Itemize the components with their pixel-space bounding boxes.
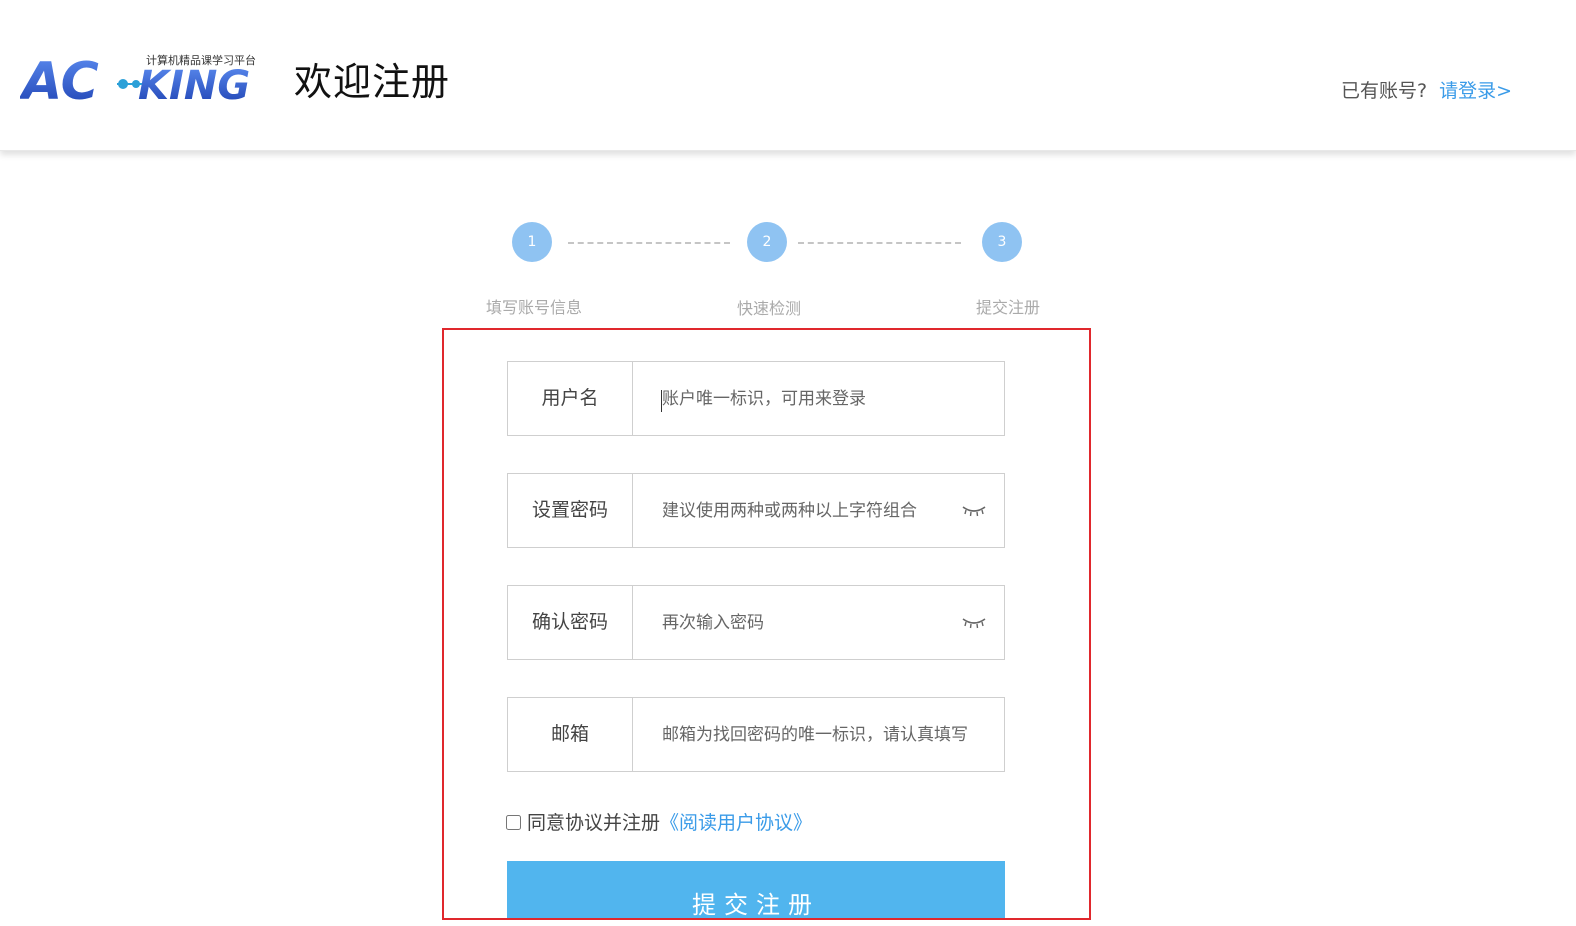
username-field: 用户名 <box>507 361 1005 436</box>
page-title: 欢迎注册 <box>294 60 451 104</box>
username-label: 用户名 <box>508 362 633 435</box>
step-2-label: 快速检测 <box>736 299 801 318</box>
password-field: 设置密码 <box>507 473 1005 548</box>
text-cursor <box>661 390 662 412</box>
submit-button[interactable]: 提交注册 <box>507 861 1005 918</box>
username-input[interactable] <box>633 362 1003 435</box>
confirm-password-input[interactable] <box>633 586 1003 659</box>
page-header: AC KING 计算机精品课学习平台 欢迎注册 已有账号? 请登录> <box>0 0 1576 151</box>
login-link[interactable]: 请登录> <box>1439 80 1512 102</box>
step-2-circle: 2 <box>747 222 787 262</box>
agree-checkbox[interactable] <box>506 815 521 830</box>
user-agreement-link[interactable]: 《阅读用户协议》 <box>660 812 812 834</box>
agree-text: 同意协议并注册 <box>527 812 661 834</box>
confirm-password-field: 确认密码 <box>507 585 1005 660</box>
login-hint: 已有账号? 请登录> <box>1341 76 1512 106</box>
step-3-circle: 3 <box>982 222 1022 262</box>
agreement-row: 同意协议并注册《阅读用户协议》 <box>506 810 812 836</box>
ac-king-logo[interactable]: AC KING 计算机精品课学习平台 <box>20 48 270 104</box>
registration-steps: 1 2 3 填写账号信息 快速检测 提交注册 <box>470 222 1070 322</box>
email-input[interactable] <box>633 698 1003 771</box>
step-3-label: 提交注册 <box>975 298 1040 317</box>
registration-form: 用户名 设置密码 确认密码 邮箱 同意协议并注册《阅读用户协议》 提交 <box>442 328 1091 920</box>
password-label: 设置密码 <box>508 474 633 547</box>
email-field: 邮箱 <box>507 697 1005 772</box>
logo-graphic: AC KING 计算机精品课学习平台 <box>20 52 256 104</box>
svg-text:KING: KING <box>138 63 250 104</box>
email-label: 邮箱 <box>508 698 633 771</box>
logo-tagline: 计算机精品课学习平台 <box>146 53 256 67</box>
step-connector-2 <box>798 242 961 244</box>
step-1-circle: 1 <box>512 222 552 262</box>
logo-text: AC <box>20 52 99 104</box>
confirm-password-label: 确认密码 <box>508 586 633 659</box>
step-1-label: 填写账号信息 <box>485 298 582 317</box>
step-connector-1 <box>568 242 730 244</box>
closed-eye-icon[interactable] <box>962 504 986 518</box>
have-account-text: 已有账号? <box>1340 80 1428 102</box>
password-input[interactable] <box>633 474 1003 547</box>
closed-eye-icon[interactable] <box>962 616 986 630</box>
